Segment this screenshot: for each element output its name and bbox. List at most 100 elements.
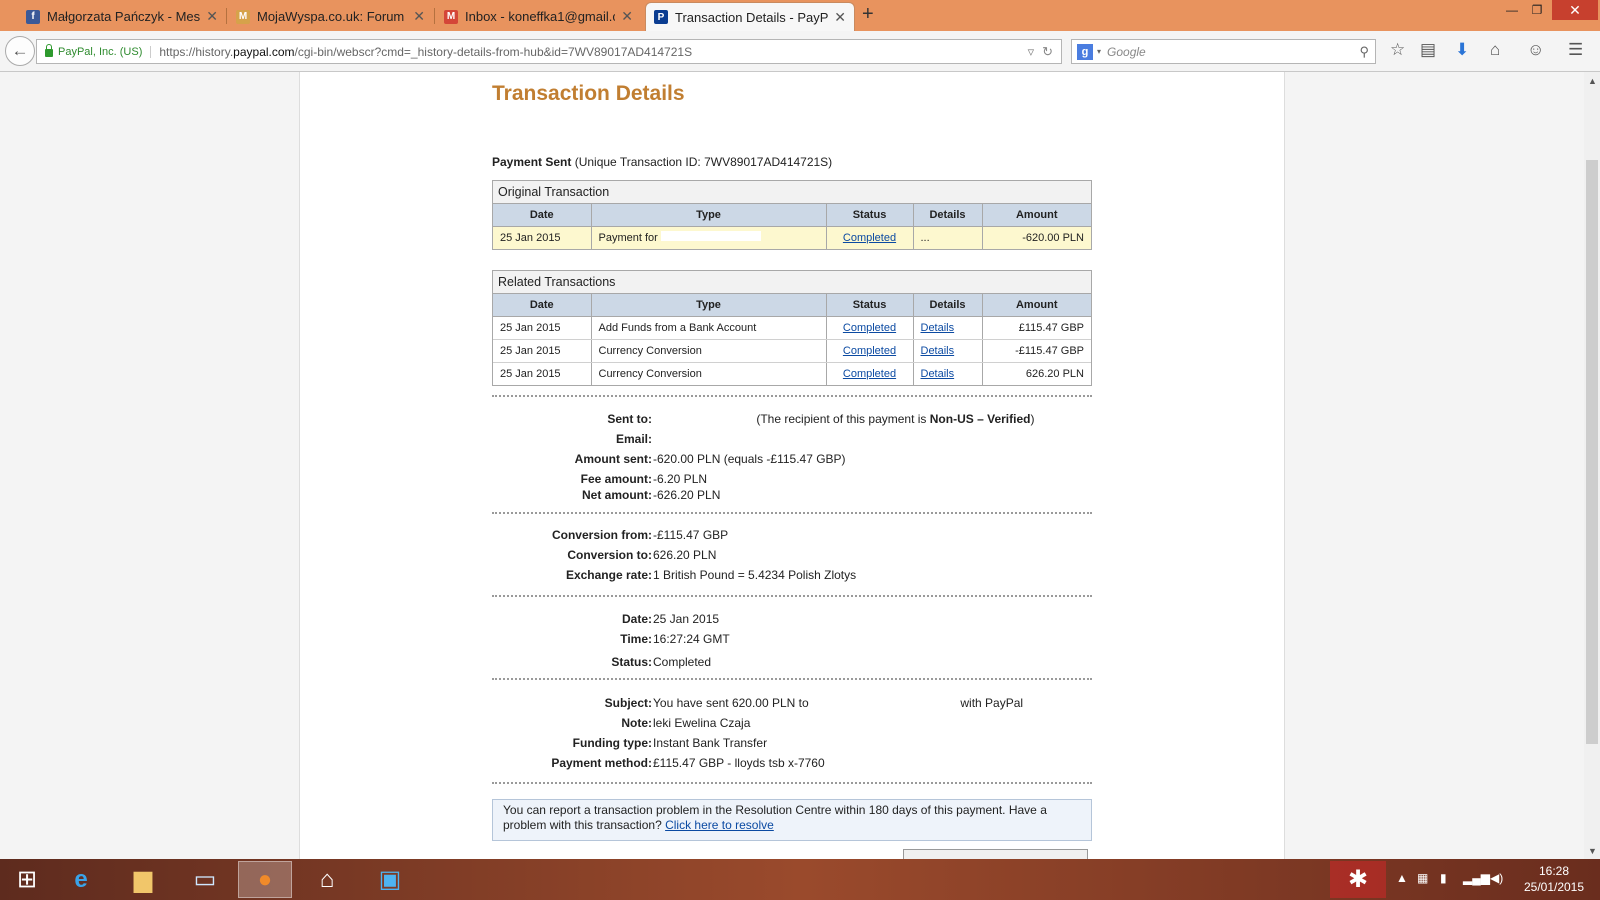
status-link[interactable]: Completed xyxy=(843,232,896,244)
tab-title: Małgorzata Pańczyk - Mess... xyxy=(47,9,201,24)
email-label: Email: xyxy=(615,432,652,446)
page-title: Transaction Details xyxy=(492,82,685,105)
file-explorer-icon[interactable]: ▆ xyxy=(116,861,170,898)
close-tab-icon[interactable]: ✕ xyxy=(413,8,425,25)
status-link[interactable]: Completed xyxy=(843,322,896,334)
signal-tray-icon[interactable]: ▂▄▆ xyxy=(1463,871,1490,885)
tab-title: Transaction Details - PayPal xyxy=(675,9,829,25)
search-engine-dropdown-icon[interactable]: ▾ xyxy=(1097,47,1101,56)
internet-explorer-icon[interactable]: e xyxy=(54,861,108,898)
bookmark-star-icon[interactable]: ☆ xyxy=(1390,40,1405,60)
lock-icon xyxy=(45,43,53,57)
scroll-down-arrow-icon[interactable]: ▼ xyxy=(1588,846,1597,856)
note-value: leki Ewelina Czaja xyxy=(653,716,751,730)
store-icon[interactable]: ▣ xyxy=(363,861,417,898)
row-amount: -£115.47 GBP xyxy=(982,339,1091,363)
related-transactions-table: Date Type Status Details Amount 25 Jan 2… xyxy=(493,294,1091,385)
close-tab-icon[interactable]: ✕ xyxy=(834,9,846,26)
sent-to-label: Sent to: xyxy=(607,412,652,426)
battery-tray-icon[interactable]: ▮ xyxy=(1440,871,1447,885)
row-date: 25 Jan 2015 xyxy=(493,362,592,385)
tab-gmail[interactable]: M Inbox - koneffka1@gmail.c... ✕ xyxy=(436,2,641,31)
download-icon[interactable]: ⬇ xyxy=(1455,40,1469,60)
divider xyxy=(492,782,1092,784)
antivirus-tray-icon[interactable]: ✱ xyxy=(1330,861,1386,898)
scroll-up-arrow-icon[interactable]: ▲ xyxy=(1588,76,1597,86)
minimize-icon[interactable]: — xyxy=(1500,0,1524,20)
status-link[interactable]: Completed xyxy=(843,345,896,357)
back-arrow-icon[interactable]: ← xyxy=(5,36,35,66)
restore-icon[interactable]: ❐ xyxy=(1524,0,1550,20)
resolve-link[interactable]: Click here to resolve xyxy=(665,818,774,832)
firefox-icon[interactable]: ● xyxy=(238,861,292,898)
exchange-rate-value: 1 British Pound = 5.4234 Polish Zlotys xyxy=(653,568,857,582)
search-magnifier-icon[interactable]: ⚲ xyxy=(1359,44,1369,60)
url-bar[interactable]: PayPal, Inc. (US) https://history.paypal… xyxy=(36,39,1062,64)
home-icon[interactable]: ⌂ xyxy=(300,861,354,898)
conversion-from-value: -£115.47 GBP xyxy=(653,528,729,542)
scrollbar-thumb[interactable] xyxy=(1586,160,1598,744)
home-icon[interactable]: ⌂ xyxy=(1490,40,1500,60)
column-header: Details xyxy=(913,294,983,317)
related-transactions-heading: Related Transactions xyxy=(493,271,1091,294)
net-label: Net amount: xyxy=(582,488,652,502)
details-link[interactable]: Details xyxy=(921,322,955,334)
subject-value: You have sent 620.00 PLN to with PayPal xyxy=(653,696,1024,710)
redacted-area xyxy=(660,231,761,242)
dropdown-arrow-icon[interactable]: ▿ xyxy=(1028,44,1035,60)
exchange-rate-label: Exchange rate: xyxy=(565,568,652,582)
chat-icon[interactable]: ☺ xyxy=(1527,40,1544,60)
search-input[interactable]: Google xyxy=(1107,45,1359,59)
close-tab-icon[interactable]: ✕ xyxy=(206,8,218,25)
tab-paypal[interactable]: P Transaction Details - PayPal ✕ xyxy=(645,2,855,31)
conversion-to-label: Conversion to: xyxy=(567,548,652,562)
net-value: -626.20 PLN xyxy=(653,488,721,502)
partial-button[interactable] xyxy=(903,849,1088,859)
fee-value: -6.20 PLN xyxy=(653,472,708,486)
url-text[interactable]: https://history.paypal.com/cgi-bin/websc… xyxy=(159,45,1027,59)
google-icon[interactable]: g xyxy=(1077,43,1093,60)
status-link[interactable]: Completed xyxy=(843,368,896,380)
reload-icon[interactable]: ↻ xyxy=(1042,44,1053,60)
amount-sent-value: -620.00 PLN (equals -£115.47 GBP) xyxy=(653,452,846,466)
related-transactions-box: Related Transactions Date Type Status De… xyxy=(492,270,1092,386)
clock[interactable]: 16:28 25/01/2015 xyxy=(1518,863,1590,895)
column-header: Date xyxy=(493,294,592,317)
time-value: 16:27:24 GMT xyxy=(653,632,730,646)
row-date: 25 Jan 2015 xyxy=(493,339,592,363)
network-tray-icon[interactable]: ▦ xyxy=(1417,871,1428,885)
divider xyxy=(492,395,1092,397)
tray-expand-icon[interactable]: ▲ xyxy=(1396,871,1408,885)
time-label: Time: xyxy=(620,632,652,646)
forum-icon: M xyxy=(236,9,250,24)
tab-facebook[interactable]: f Małgorzata Pańczyk - Mess... ✕ xyxy=(18,2,226,31)
volume-tray-icon[interactable]: ◀) xyxy=(1490,871,1503,885)
row-amount: -620.00 PLN xyxy=(982,226,1091,249)
tab-bar: f Małgorzata Pańczyk - Mess... ✕ M MojaW… xyxy=(0,0,1600,31)
menu-icon[interactable]: ☰ xyxy=(1568,40,1583,60)
table-row: 25 Jan 2015 Currency Conversion Complete… xyxy=(493,362,1091,385)
clock-time: 16:28 xyxy=(1538,864,1570,878)
facebook-icon: f xyxy=(26,9,40,24)
lenovo-monitor-icon[interactable]: ▭ xyxy=(178,861,232,898)
bookmarks-list-icon[interactable]: ▤ xyxy=(1420,40,1436,60)
date-label: Date: xyxy=(621,612,652,626)
fee-label: Fee amount: xyxy=(580,472,652,486)
divider xyxy=(492,512,1092,514)
new-tab-icon[interactable]: + xyxy=(862,3,874,26)
site-identity[interactable]: PayPal, Inc. (US) xyxy=(58,45,152,58)
details-link[interactable]: Details xyxy=(921,345,955,357)
divider xyxy=(492,595,1092,597)
tab-mojawyspa[interactable]: M MojaWyspa.co.uk: Forum ✕ xyxy=(228,2,433,31)
row-date: 25 Jan 2015 xyxy=(493,316,592,340)
details-link[interactable]: Details xyxy=(921,368,955,380)
column-header: Type xyxy=(591,204,827,227)
search-box[interactable]: g ▾ Google ⚲ xyxy=(1071,39,1376,64)
column-header: Details xyxy=(913,204,983,227)
windows-start-icon[interactable]: ⊞ xyxy=(0,861,54,898)
row-date: 25 Jan 2015 xyxy=(493,226,592,249)
row-amount: 626.20 PLN xyxy=(1025,367,1084,380)
close-tab-icon[interactable]: ✕ xyxy=(621,8,633,25)
payment-method-label: Payment method: xyxy=(551,756,652,770)
close-window-icon[interactable]: ✕ xyxy=(1552,0,1598,20)
